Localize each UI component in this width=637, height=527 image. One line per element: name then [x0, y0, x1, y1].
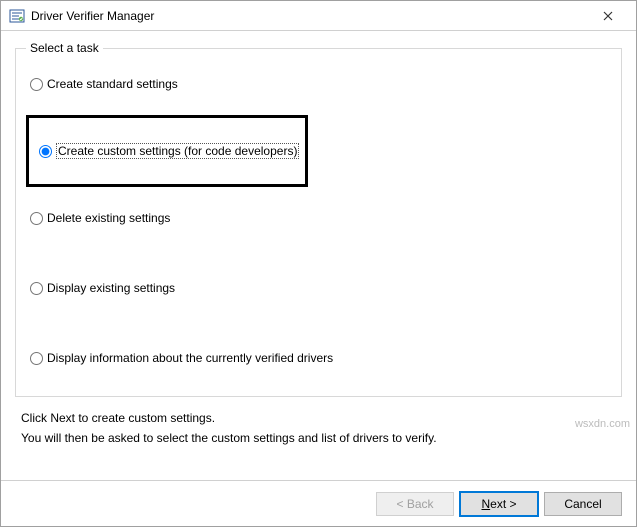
group-legend: Select a task — [26, 41, 103, 55]
instruction-line-2: You will then be asked to select the cus… — [21, 431, 622, 445]
radio-display-info[interactable]: Display information about the currently … — [30, 351, 611, 365]
radio-label-display-info[interactable]: Display information about the currently … — [47, 351, 333, 365]
radio-label-custom[interactable]: Create custom settings (for code develop… — [56, 144, 299, 158]
radio-delete-existing[interactable]: Delete existing settings — [30, 211, 611, 225]
radio-label-delete[interactable]: Delete existing settings — [47, 211, 170, 225]
radio-display-existing[interactable]: Display existing settings — [30, 281, 611, 295]
content-area: Select a task Create standard settings C… — [1, 31, 636, 480]
focus-indicator: Create custom settings (for code develop… — [56, 143, 299, 159]
highlight-box: Create custom settings (for code develop… — [26, 115, 308, 187]
close-icon — [603, 8, 613, 24]
close-button[interactable] — [588, 2, 628, 30]
radio-create-custom[interactable]: Create custom settings (for code develop… — [39, 144, 299, 158]
radio-input-delete[interactable] — [30, 212, 43, 225]
radio-label-display-existing[interactable]: Display existing settings — [47, 281, 175, 295]
radio-create-standard[interactable]: Create standard settings — [30, 77, 611, 91]
button-bar: < Back Next > Cancel — [1, 480, 636, 526]
radio-label-standard[interactable]: Create standard settings — [47, 77, 178, 91]
back-button: < Back — [376, 492, 454, 516]
instruction-line-1: Click Next to create custom settings. — [21, 411, 622, 425]
titlebar: Driver Verifier Manager — [1, 1, 636, 31]
next-button[interactable]: Next > — [460, 492, 538, 516]
dialog-window: Driver Verifier Manager Select a task Cr… — [0, 0, 637, 527]
radio-input-standard[interactable] — [30, 78, 43, 91]
radio-input-custom[interactable] — [39, 145, 52, 158]
app-icon — [9, 8, 25, 24]
task-group: Select a task Create standard settings C… — [15, 41, 622, 397]
radio-input-display-info[interactable] — [30, 352, 43, 365]
radio-input-display-existing[interactable] — [30, 282, 43, 295]
window-title: Driver Verifier Manager — [31, 9, 588, 23]
instructions: Click Next to create custom settings. Yo… — [15, 411, 622, 445]
cancel-button[interactable]: Cancel — [544, 492, 622, 516]
